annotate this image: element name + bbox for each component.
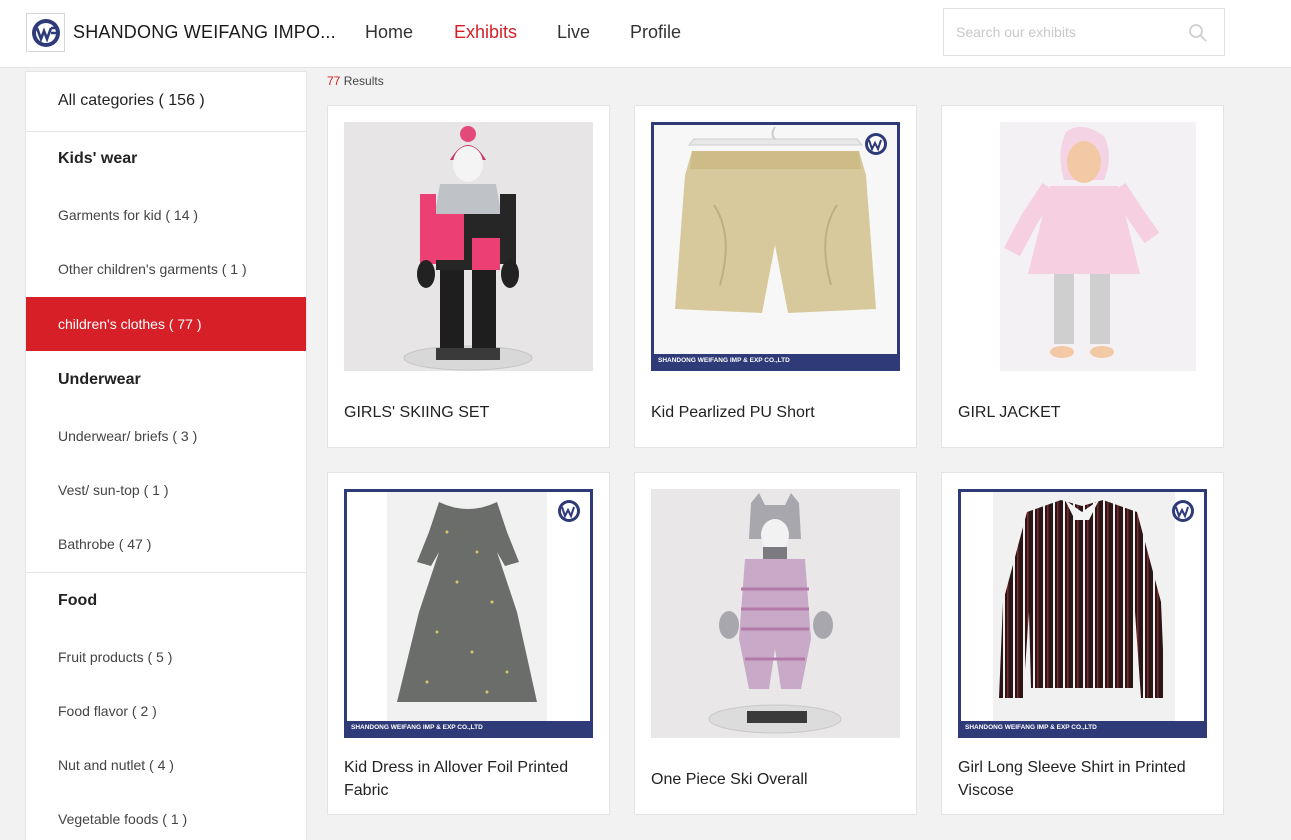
search-box: [943, 8, 1225, 56]
product-card[interactable]: SHANDONG WEIFANG IMP & EXP CO.,LTD Girl …: [941, 472, 1224, 815]
category-item-vest-sun-top[interactable]: Vest/ sun-top ( 1 ): [26, 463, 306, 517]
ski-overall-photo[interactable]: [651, 489, 900, 738]
product-card[interactable]: One Piece Ski Overall: [634, 472, 917, 815]
category-item-fruit-products[interactable]: Fruit products ( 5 ): [26, 630, 306, 684]
product-name[interactable]: One Piece Ski Overall: [651, 768, 902, 791]
category-item-garments-for-kid[interactable]: Garments for kid ( 14 ): [26, 188, 306, 242]
dress-photo[interactable]: SHANDONG WEIFANG IMP & EXP CO.,LTD: [344, 489, 593, 738]
watermark-band: SHANDONG WEIFANG IMP & EXP CO.,LTD: [654, 354, 897, 368]
company-name[interactable]: SHANDONG WEIFANG IMPO...: [73, 22, 336, 43]
category-item-other-childrens-garments[interactable]: Other children's garments ( 1 ): [26, 242, 306, 296]
company-logo-icon[interactable]: [26, 13, 65, 52]
nav-live[interactable]: Live: [557, 22, 590, 43]
category-item-nut-and-nutlet[interactable]: Nut and nutlet ( 4 ): [26, 738, 306, 792]
nav-profile[interactable]: Profile: [630, 22, 681, 43]
results-number: 77: [327, 74, 341, 88]
all-categories-link[interactable]: All categories ( 156 ): [26, 72, 306, 132]
striped-shirt-photo[interactable]: SHANDONG WEIFANG IMP & EXP CO.,LTD: [958, 489, 1207, 738]
pu-short-photo[interactable]: SHANDONG WEIFANG IMP & EXP CO.,LTD: [651, 122, 900, 371]
category-item-underwear-briefs[interactable]: Underwear/ briefs ( 3 ): [26, 409, 306, 463]
nav-home[interactable]: Home: [365, 22, 413, 43]
top-header: SHANDONG WEIFANG IMPO... Home Exhibits L…: [0, 0, 1291, 68]
product-name[interactable]: Kid Pearlized PU Short: [651, 401, 902, 424]
nav-exhibits[interactable]: Exhibits: [454, 22, 517, 43]
girl-jacket-photo[interactable]: [958, 122, 1207, 371]
product-name[interactable]: GIRLS' SKIING SET: [344, 401, 595, 424]
category-sidebar: All categories ( 156 ) Kids' wear Garmen…: [25, 71, 307, 840]
category-item-food-flavor[interactable]: Food flavor ( 2 ): [26, 684, 306, 738]
results-label: Results: [343, 74, 384, 88]
product-card[interactable]: GIRL JACKET: [941, 105, 1224, 448]
product-card[interactable]: GIRLS' SKIING SET: [327, 105, 610, 448]
watermark-band: SHANDONG WEIFANG IMP & EXP CO.,LTD: [347, 721, 590, 735]
watermark-band: SHANDONG WEIFANG IMP & EXP CO.,LTD: [961, 721, 1204, 735]
product-card[interactable]: SHANDONG WEIFANG IMP & EXP CO.,LTD Kid P…: [634, 105, 917, 448]
watermark-logo-icon: [865, 133, 887, 155]
product-name[interactable]: Kid Dress in Allover Foil Printed Fabric: [344, 756, 595, 802]
category-group-underwear[interactable]: Underwear: [58, 371, 141, 389]
category-group-kids-wear[interactable]: Kids' wear: [58, 150, 137, 168]
sidebar-divider: [26, 572, 306, 573]
watermark-logo-icon: [1172, 500, 1194, 522]
category-item-vegetable-foods[interactable]: Vegetable foods ( 1 ): [26, 792, 306, 840]
category-group-food[interactable]: Food: [58, 592, 97, 610]
search-icon[interactable]: [1188, 23, 1208, 43]
product-name[interactable]: Girl Long Sleeve Shirt in Printed Viscos…: [958, 756, 1209, 802]
ski-set-photo[interactable]: [344, 122, 593, 371]
category-item-bathrobe[interactable]: Bathrobe ( 47 ): [26, 517, 306, 571]
watermark-logo-icon: [558, 500, 580, 522]
search-input[interactable]: [944, 9, 1174, 55]
product-name[interactable]: GIRL JACKET: [958, 401, 1209, 424]
results-count: 77 Results: [327, 74, 384, 88]
category-item-childrens-clothes[interactable]: children's clothes ( 77 ): [26, 297, 306, 351]
product-card[interactable]: SHANDONG WEIFANG IMP & EXP CO.,LTD Kid D…: [327, 472, 610, 815]
